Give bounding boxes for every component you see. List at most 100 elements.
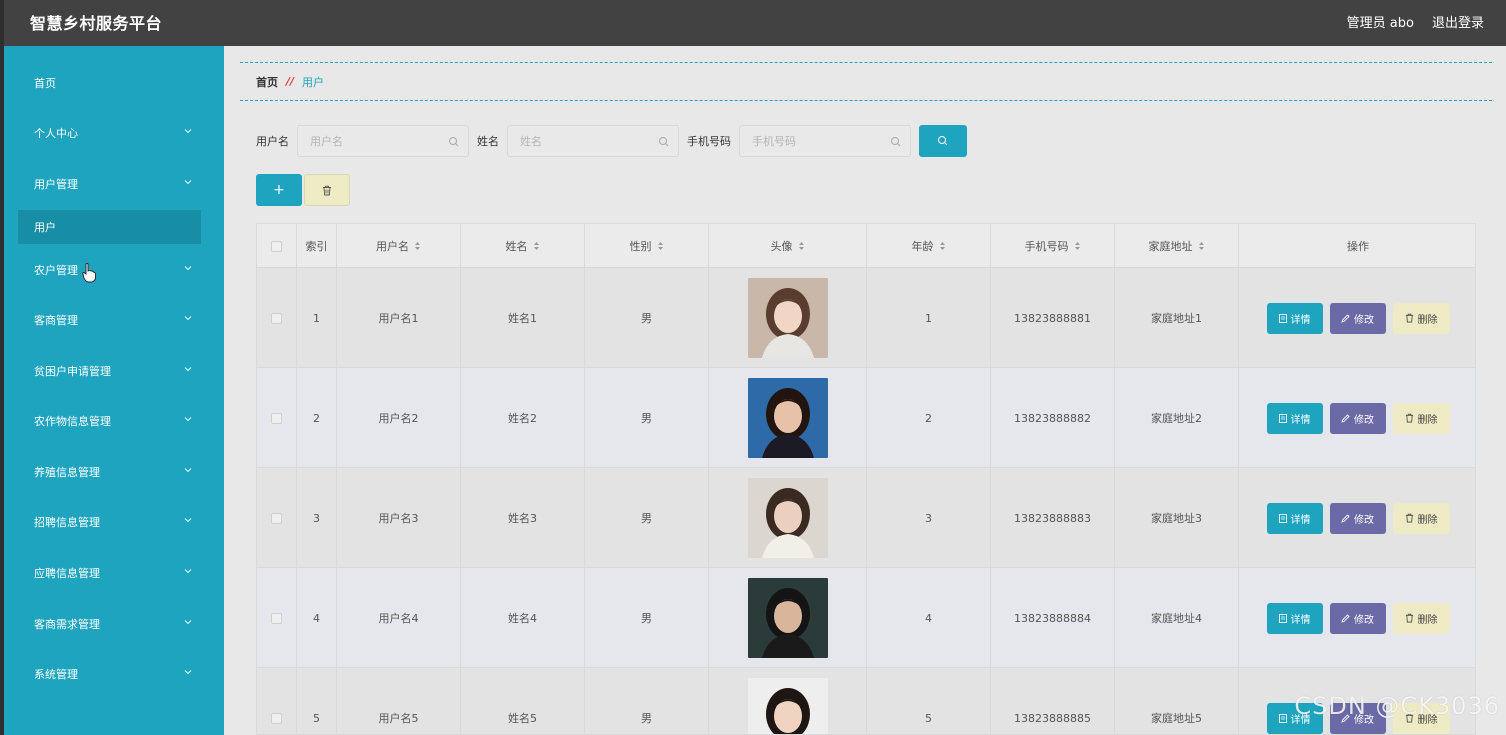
sidebar-item-breeding-info[interactable]: 养殖信息管理 — [4, 457, 224, 487]
phone-search-input[interactable]: 手机号码 — [739, 125, 911, 157]
sort-icon[interactable] — [1074, 241, 1081, 251]
row-select-cell — [257, 468, 297, 568]
search-button[interactable] — [919, 125, 967, 157]
col-age[interactable]: 年龄 — [867, 224, 991, 268]
table-row[interactable]: 1 用户名1 姓名1 男 1 13823888881 家庭地址1 详情 修改 删除 — [257, 268, 1475, 368]
cell-username-value: 用户名5 — [378, 712, 419, 725]
col-address[interactable]: 家庭地址 — [1115, 224, 1239, 268]
sidebar-item-label: 首页 — [34, 77, 56, 90]
cell-index: 1 — [297, 268, 337, 368]
cell-age: 5 — [867, 668, 991, 734]
cell-name: 姓名3 — [461, 468, 585, 568]
sort-icon[interactable] — [414, 241, 421, 251]
edit-button[interactable]: 修改 — [1329, 402, 1386, 434]
cell-phone-value: 13823888883 — [1014, 511, 1091, 525]
sidebar-item-label: 客商管理 — [34, 314, 78, 327]
cell-username: 用户名2 — [337, 368, 461, 468]
col-name[interactable]: 姓名 — [461, 224, 585, 268]
cell-address-value: 家庭地址1 — [1151, 312, 1202, 325]
sidebar-item-merchant-demand[interactable]: 客商需求管理 — [4, 609, 224, 639]
sort-icon[interactable] — [798, 241, 805, 251]
delete-button[interactable]: 删除 — [1392, 302, 1450, 334]
edit-button[interactable]: 修改 — [1329, 302, 1386, 334]
row-select-cell — [257, 668, 297, 734]
row-checkbox[interactable] — [271, 712, 282, 724]
name-search-input[interactable]: 姓名 — [507, 125, 679, 157]
sidebar-item-farmer-management[interactable]: 农户管理 — [4, 255, 224, 285]
sidebar-item-label: 农作物信息管理 — [34, 415, 111, 428]
delete-button[interactable]: 删除 — [1392, 402, 1450, 434]
sidebar-item-home[interactable]: 首页 — [4, 68, 224, 98]
watermark: CSDN @CK3036 — [1294, 692, 1500, 720]
cell-address: 家庭地址3 — [1115, 468, 1239, 568]
chevron-down-icon — [184, 314, 192, 322]
cell-gender: 男 — [585, 268, 709, 368]
sidebar-item-label: 客商需求管理 — [34, 618, 100, 631]
sidebar-item-system-management[interactable]: 系统管理 — [4, 659, 224, 689]
table-header: 索引 用户名 姓名 性别 头像 年龄 手机号码 家庭地址 操作 — [257, 224, 1475, 268]
cell-gender-value: 男 — [641, 312, 652, 325]
logout-link[interactable]: 退出登录 — [1432, 12, 1484, 31]
cell-index-value: 1 — [313, 311, 320, 325]
sidebar-item-application-info[interactable]: 应聘信息管理 — [4, 558, 224, 588]
chevron-down-icon — [184, 264, 192, 272]
edit-button-label: 修改 — [1354, 314, 1374, 326]
add-button[interactable]: + — [256, 174, 302, 206]
delete-button[interactable]: 删除 — [1392, 602, 1450, 634]
col-phone[interactable]: 手机号码 — [991, 224, 1115, 268]
table-row[interactable]: 3 用户名3 姓名3 男 3 13823888883 家庭地址3 详情 修改 删除 — [257, 468, 1475, 568]
sort-icon[interactable] — [657, 241, 664, 251]
select-all-checkbox[interactable] — [271, 240, 282, 252]
sort-icon[interactable] — [939, 241, 946, 251]
cell-gender-value: 男 — [641, 712, 652, 725]
avatar-cell — [709, 568, 867, 668]
operations-cell: 详情 修改 删除 — [1239, 468, 1475, 568]
sidebar-item-personal-center[interactable]: 个人中心 — [4, 118, 224, 148]
edit-button[interactable]: 修改 — [1329, 602, 1386, 634]
cell-name: 姓名4 — [461, 568, 585, 668]
cell-address: 家庭地址2 — [1115, 368, 1239, 468]
detail-button[interactable]: 详情 — [1266, 402, 1323, 434]
cell-address-value: 家庭地址3 — [1151, 512, 1202, 525]
col-address-label: 家庭地址 — [1148, 240, 1193, 253]
sidebar-item-merchant-management[interactable]: 客商管理 — [4, 305, 224, 335]
col-avatar[interactable]: 头像 — [709, 224, 867, 268]
detail-button[interactable]: 详情 — [1266, 302, 1323, 334]
sidebar-item-recruitment-info[interactable]: 招聘信息管理 — [4, 507, 224, 537]
batch-delete-button[interactable] — [304, 174, 350, 206]
sidebar-item-poverty-application[interactable]: 贫困户申请管理 — [4, 356, 224, 386]
sidebar-item-crop-info[interactable]: 农作物信息管理 — [4, 406, 224, 436]
table-row[interactable]: 2 用户名2 姓名2 男 2 13823888882 家庭地址2 详情 修改 删除 — [257, 368, 1475, 468]
edit-button[interactable]: 修改 — [1329, 502, 1386, 534]
username-search-input[interactable]: 用户名 — [297, 125, 469, 157]
sort-icon[interactable] — [533, 241, 540, 251]
table-row[interactable]: 4 用户名4 姓名4 男 4 13823888884 家庭地址4 详情 修改 删除 — [257, 568, 1475, 668]
sidebar-item-user-management[interactable]: 用户管理 — [4, 169, 224, 199]
breadcrumb-home[interactable]: 首页 — [256, 74, 278, 90]
col-username[interactable]: 用户名 — [337, 224, 461, 268]
cell-username-value: 用户名1 — [378, 312, 419, 325]
detail-button-label: 详情 — [1290, 414, 1311, 426]
cell-name-value: 姓名5 — [508, 712, 537, 725]
delete-button[interactable]: 删除 — [1392, 502, 1450, 534]
chevron-down-icon — [184, 415, 192, 423]
row-checkbox[interactable] — [271, 312, 282, 324]
document-icon — [1278, 513, 1287, 523]
row-checkbox[interactable] — [271, 412, 282, 424]
detail-button[interactable]: 详情 — [1266, 602, 1323, 634]
current-user-label[interactable]: 管理员 abo — [1347, 12, 1414, 31]
username-label: 用户名 — [256, 135, 289, 148]
cell-age: 3 — [867, 468, 991, 568]
sort-icon[interactable] — [1198, 241, 1205, 251]
sidebar-subitem-users[interactable]: 用户 — [18, 210, 201, 244]
cell-age: 1 — [867, 268, 991, 368]
pencil-icon — [1341, 313, 1350, 323]
row-checkbox[interactable] — [271, 612, 282, 624]
sidebar-subitem-label: 用户 — [34, 221, 56, 234]
cell-phone: 13823888882 — [991, 368, 1115, 468]
row-checkbox[interactable] — [271, 512, 282, 524]
detail-button[interactable]: 详情 — [1266, 502, 1323, 534]
col-gender[interactable]: 性别 — [585, 224, 709, 268]
cell-name: 姓名1 — [461, 268, 585, 368]
cell-username-value: 用户名2 — [378, 412, 419, 425]
